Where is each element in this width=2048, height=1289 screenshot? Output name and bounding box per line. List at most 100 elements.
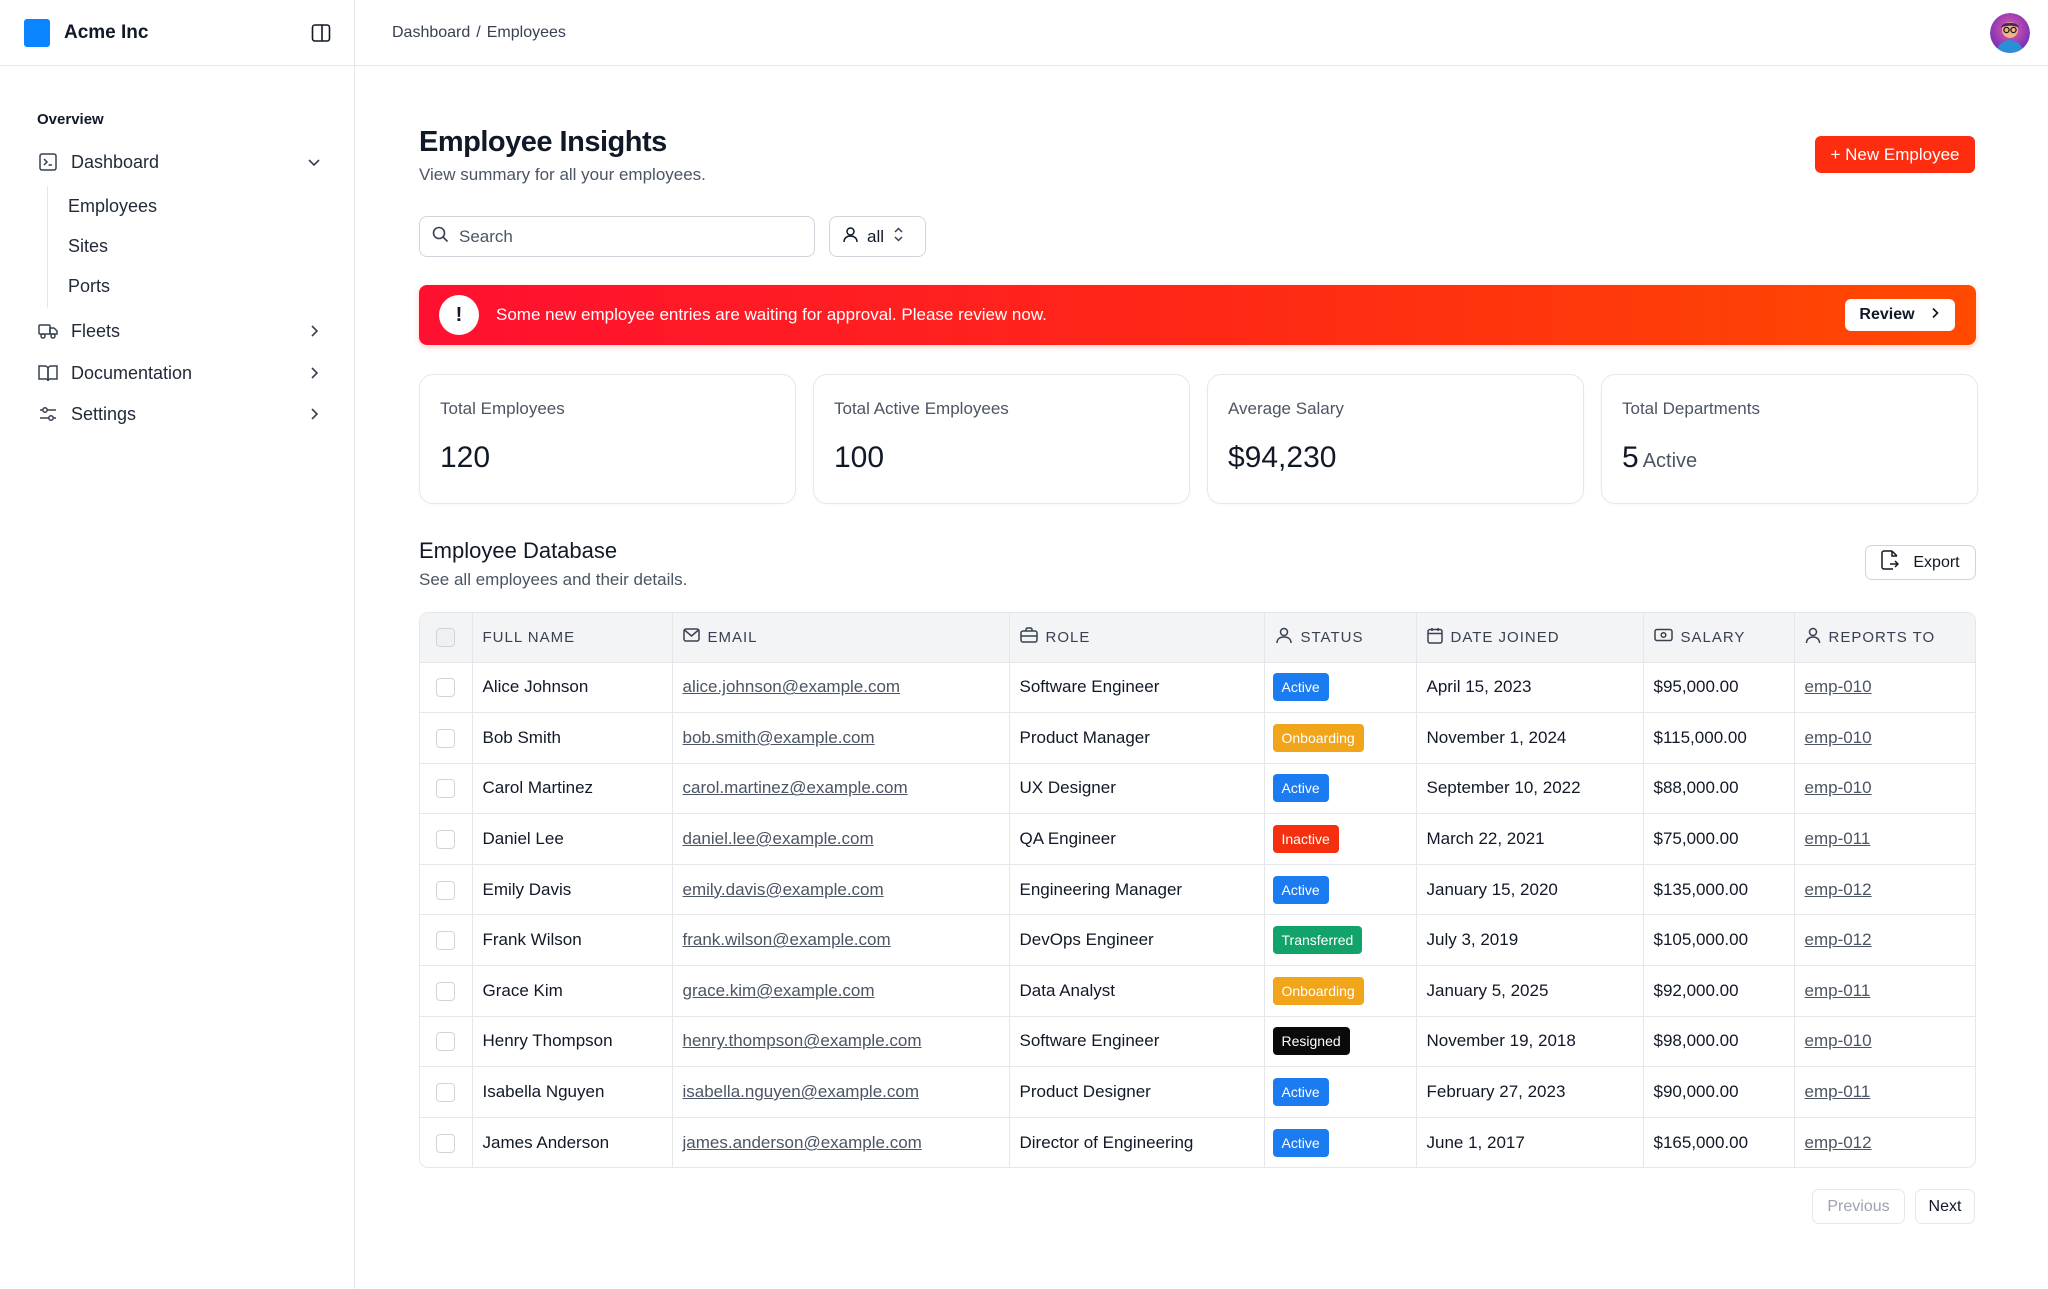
row-checkbox[interactable]: [436, 728, 456, 748]
column-header-reports-to[interactable]: REPORTS TO: [1794, 613, 1975, 663]
status-badge: Inactive: [1272, 825, 1339, 854]
export-button[interactable]: Export: [1865, 545, 1976, 580]
sidebar-subitem-sites[interactable]: Sites: [68, 231, 108, 261]
sidebar-subitem-employees[interactable]: Employees: [68, 191, 157, 221]
row-checkbox[interactable]: [436, 981, 456, 1001]
cell-status: Active: [1264, 1117, 1417, 1167]
table-row[interactable]: James Anderson james.anderson@example.com…: [420, 1117, 1975, 1167]
cell-status: Inactive: [1264, 813, 1417, 865]
search-input[interactable]: [459, 226, 789, 247]
table-row[interactable]: Alice Johnson alice.johnson@example.com So…: [420, 662, 1975, 714]
table-row[interactable]: Grace Kim grace.kim@example.com Data Analy…: [420, 965, 1975, 1017]
email-link[interactable]: daniel.lee@example.com: [683, 829, 874, 848]
email-link[interactable]: grace.kim@example.com: [683, 981, 875, 1000]
row-checkbox[interactable]: [436, 880, 456, 900]
cell-status: Active: [1264, 662, 1417, 714]
table-row[interactable]: Carol Martinez carol.martinez@example.com…: [420, 763, 1975, 815]
sidebar: Acme Inc Overview Dashboard Employees Si…: [0, 0, 355, 1289]
sidebar-subitem-ports[interactable]: Ports: [68, 271, 110, 301]
status-badge: Onboarding: [1272, 723, 1364, 752]
chevron-down-icon[interactable]: [303, 151, 325, 173]
status-badge: Active: [1272, 1078, 1329, 1107]
status-filter-select[interactable]: all: [829, 216, 926, 257]
row-checkbox[interactable]: [436, 1133, 456, 1153]
reports-to-link[interactable]: emp-010: [1805, 778, 1872, 797]
status-badge: Transferred: [1272, 926, 1363, 955]
table-row[interactable]: Henry Thompson henry.thompson@example.com…: [420, 1016, 1975, 1068]
row-select-cell: [420, 813, 473, 865]
cell-role: DevOps Engineer: [1009, 914, 1265, 967]
column-header-role[interactable]: ROLE: [1009, 613, 1265, 663]
column-header-status[interactable]: STATUS: [1264, 613, 1417, 663]
cell-full-name: Frank Wilson: [472, 914, 673, 967]
sidebar-item-documentation[interactable]: Documentation: [37, 353, 325, 393]
column-header-full-name[interactable]: FULL NAME: [472, 613, 673, 663]
row-select-cell: [420, 1016, 473, 1068]
sidebar-toggle-icon[interactable]: [310, 22, 332, 44]
email-link[interactable]: emily.davis@example.com: [683, 880, 884, 899]
table-row[interactable]: Emily Davis emily.davis@example.com Engine…: [420, 864, 1975, 916]
mail-icon: [682, 628, 700, 646]
reports-to-link[interactable]: emp-011: [1805, 1082, 1871, 1101]
reports-to-link[interactable]: emp-011: [1805, 981, 1871, 1000]
breadcrumb-dashboard[interactable]: Dashboard: [392, 24, 470, 42]
table-row[interactable]: Frank Wilson frank.wilson@example.com DevO…: [420, 914, 1975, 967]
search-box[interactable]: [419, 216, 815, 257]
new-employee-button[interactable]: + New Employee: [1815, 136, 1975, 173]
cell-email: frank.wilson@example.com: [672, 914, 1010, 967]
reports-to-link[interactable]: emp-012: [1805, 1133, 1872, 1152]
row-checkbox[interactable]: [436, 931, 456, 951]
row-checkbox[interactable]: [436, 1083, 456, 1103]
row-checkbox[interactable]: [436, 830, 456, 850]
email-link[interactable]: isabella.nguyen@example.com: [683, 1082, 920, 1101]
cell-status: Onboarding: [1264, 712, 1417, 764]
search-icon: [432, 226, 449, 248]
reports-to-link[interactable]: emp-012: [1805, 930, 1872, 949]
email-link[interactable]: james.anderson@example.com: [683, 1133, 922, 1152]
previous-page-button[interactable]: Previous: [1812, 1189, 1905, 1224]
email-link[interactable]: frank.wilson@example.com: [683, 930, 891, 949]
cell-email: james.anderson@example.com: [672, 1117, 1010, 1167]
row-checkbox[interactable]: [436, 678, 456, 698]
reports-to-link[interactable]: emp-012: [1805, 880, 1872, 899]
stat-card-total-departments: Total Departments 5 Active: [1601, 374, 1978, 504]
avatar[interactable]: [1990, 13, 2030, 53]
row-select-cell: [420, 864, 473, 916]
database-subtitle: See all employees and their details.: [419, 570, 688, 589]
column-header-date-joined[interactable]: DATE JOINED: [1416, 613, 1644, 663]
table-row[interactable]: Bob Smith bob.smith@example.com Product Ma…: [420, 712, 1975, 764]
cell-status: Active: [1264, 763, 1417, 815]
select-all-cell: [420, 613, 473, 663]
reports-to-link[interactable]: emp-010: [1805, 1031, 1872, 1050]
table-row[interactable]: Isabella Nguyen isabella.nguyen@example.c…: [420, 1066, 1975, 1118]
row-checkbox[interactable]: [436, 779, 456, 799]
next-page-button[interactable]: Next: [1915, 1189, 1975, 1224]
table-row[interactable]: Daniel Lee daniel.lee@example.com QA Engin…: [420, 813, 1975, 865]
cell-salary: $105,000.00: [1643, 914, 1795, 967]
column-header-email[interactable]: EMAIL: [672, 613, 1010, 663]
select-all-checkbox[interactable]: [436, 627, 456, 647]
email-link[interactable]: alice.johnson@example.com: [683, 677, 901, 696]
email-link[interactable]: bob.smith@example.com: [683, 728, 875, 747]
breadcrumb-employees[interactable]: Employees: [487, 24, 566, 42]
row-select-cell: [420, 965, 473, 1017]
banknote-icon: [1653, 628, 1673, 646]
row-checkbox[interactable]: [436, 1032, 456, 1052]
review-button-label: Review: [1859, 306, 1915, 323]
column-header-salary[interactable]: SALARY: [1643, 613, 1795, 663]
reports-to-link[interactable]: emp-010: [1805, 677, 1872, 696]
stat-value: 120: [440, 441, 491, 474]
cell-email: daniel.lee@example.com: [672, 813, 1010, 865]
subnav-divider: [47, 186, 48, 308]
review-button[interactable]: Review: [1845, 299, 1955, 331]
sidebar-item-settings[interactable]: Settings: [37, 394, 325, 434]
stat-label: Average Salary: [1228, 399, 1344, 418]
sidebar-item-dashboard[interactable]: Dashboard: [37, 142, 325, 182]
reports-to-link[interactable]: emp-011: [1805, 829, 1871, 848]
brand-name[interactable]: Acme Inc: [64, 22, 310, 44]
reports-to-link[interactable]: emp-010: [1805, 728, 1872, 747]
sidebar-item-fleets[interactable]: Fleets: [37, 311, 325, 351]
email-link[interactable]: carol.martinez@example.com: [683, 778, 908, 797]
email-link[interactable]: henry.thompson@example.com: [683, 1031, 922, 1050]
cell-date-joined: September 10, 2022: [1416, 763, 1644, 815]
